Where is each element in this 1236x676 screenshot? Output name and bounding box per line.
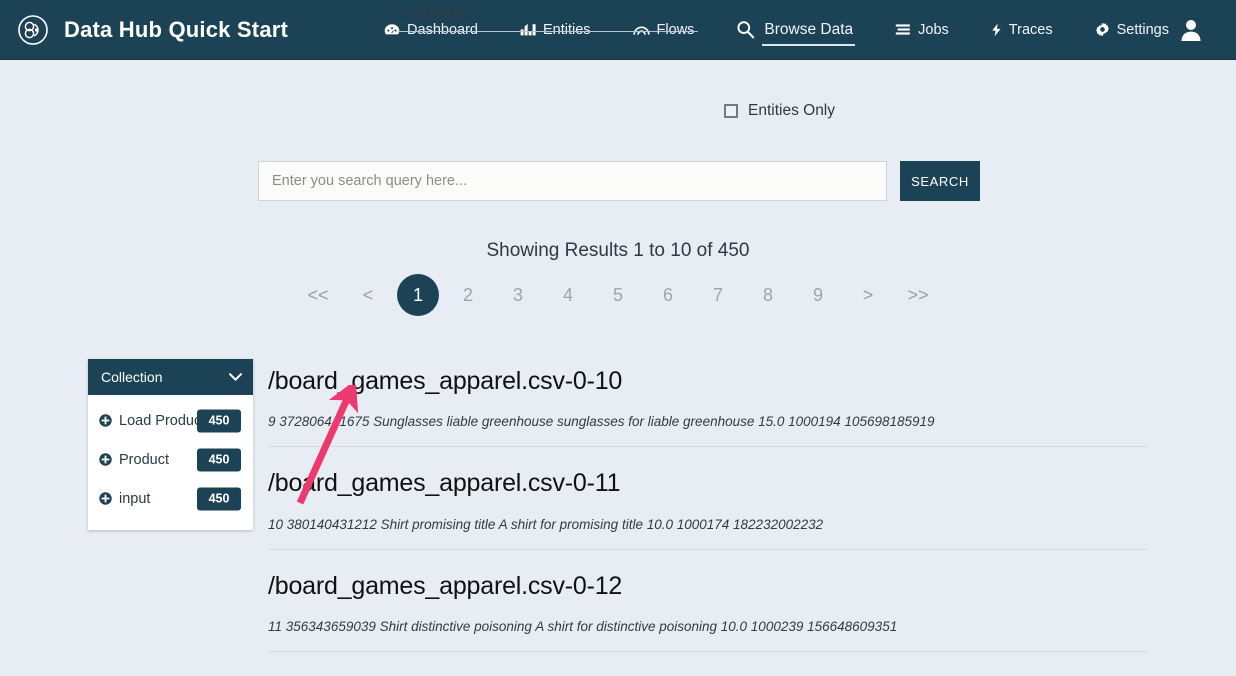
pagination-first[interactable]: << [293,274,343,316]
traces-bolt-icon [991,23,1002,37]
result-item: /board_games_apparel.csv-0-12 11 3563436… [268,571,1150,653]
checkbox-unchecked-icon[interactable] [724,104,738,118]
chevron-down-icon [679,11,695,23]
result-snippet: 10 380140431212 Shirt promising title A … [268,516,824,532]
nav-item-label: Traces [1008,21,1053,38]
facet-item-load-product[interactable]: Load Product 450 [88,401,253,440]
pagination-page-2[interactable]: 2 [443,274,493,316]
nav-item-settings[interactable]: Settings [1095,0,1169,60]
facet-item-product[interactable]: Product 450 [88,440,253,479]
plus-circle-icon[interactable] [99,492,112,505]
facet-item-count: 450 [197,487,241,510]
page-title: Data Hub Quick Start [64,16,289,42]
pagination-prev[interactable]: < [343,274,393,316]
result-divider [268,651,1148,653]
pagination-page-9[interactable]: 9 [793,274,843,316]
jobs-list-icon [895,23,911,36]
facet-item-count: 450 [197,448,241,471]
facet-item-count: 450 [197,409,241,432]
active-tab-underline [762,43,856,46]
search-input[interactable] [258,161,887,201]
facet-item-label: input [119,490,151,507]
search-bar: SEARCH [258,161,980,201]
plus-circle-icon[interactable] [99,414,112,427]
result-title[interactable]: /board_games_apparel.csv-0-11 [268,468,1150,499]
database-select[interactable]: STAGING [398,6,698,32]
entities-only-label: Entities Only [748,102,836,119]
result-divider [268,446,1148,448]
search-results-list: /board_games_apparel.csv-0-10 9 37280644… [268,366,1150,653]
collection-facet-panel: Collection Load Product 450 Product 450 … [88,359,253,530]
result-divider [268,548,1148,550]
facet-panel-title: Collection [101,369,163,385]
facet-panel-header[interactable]: Collection [88,359,253,395]
facet-item-label: Product [119,451,169,468]
nav-item-browse-data[interactable]: Browse Data [736,0,856,60]
result-snippet: 11 356343659039 Shirt distinctive poison… [268,619,898,635]
nav-item-jobs[interactable]: Jobs [895,0,949,60]
search-icon [736,20,755,39]
result-item: /board_games_apparel.csv-0-10 9 37280644… [268,366,1150,448]
pagination-next[interactable]: > [843,274,893,316]
database-select-value: STAGING [402,6,473,23]
pagination-page-1[interactable]: 1 [397,274,439,316]
pagination-page-4[interactable]: 4 [543,274,593,316]
pagination-page-5[interactable]: 5 [593,274,643,316]
pagination-page-8[interactable]: 8 [743,274,793,316]
pagination-page-6[interactable]: 6 [643,274,693,316]
nav-item-traces[interactable]: Traces [991,0,1053,60]
pagination: << < 1 2 3 4 5 6 7 8 9 > >> [0,274,1236,316]
facet-item-input[interactable]: input 450 [88,479,253,518]
user-avatar-icon[interactable] [1180,18,1202,42]
pagination-page-3[interactable]: 3 [493,274,543,316]
nav-item-label: Browse Data [764,20,854,38]
pagination-last[interactable]: >> [893,274,943,316]
facet-item-label: Load Product [119,412,206,429]
nav-item-label: Settings [1116,21,1169,38]
entities-only-checkbox[interactable]: Entities Only [724,102,835,120]
database-select-control[interactable]: STAGING [398,6,698,32]
marklogic-circle-icon [16,13,50,47]
result-item: /board_games_apparel.csv-0-11 10 3801404… [268,468,1150,550]
pagination-page-7[interactable]: 7 [693,274,743,316]
plus-circle-icon[interactable] [99,453,112,466]
gear-icon [1095,22,1110,37]
search-button[interactable]: SEARCH [900,161,980,201]
chevron-down-icon[interactable] [229,368,242,386]
result-snippet: 9 372806441675 Sunglasses liable greenho… [268,414,935,430]
results-summary: Showing Results 1 to 10 of 450 [486,240,750,261]
result-title[interactable]: /board_games_apparel.csv-0-12 [268,571,1150,602]
facet-panel-body: Load Product 450 Product 450 input 450 [88,395,253,530]
app-root: Data Hub Quick Start Dashboard Entities … [0,0,1236,676]
result-title[interactable]: /board_games_apparel.csv-0-10 [268,366,1150,397]
nav-item-label: Jobs [918,21,949,38]
